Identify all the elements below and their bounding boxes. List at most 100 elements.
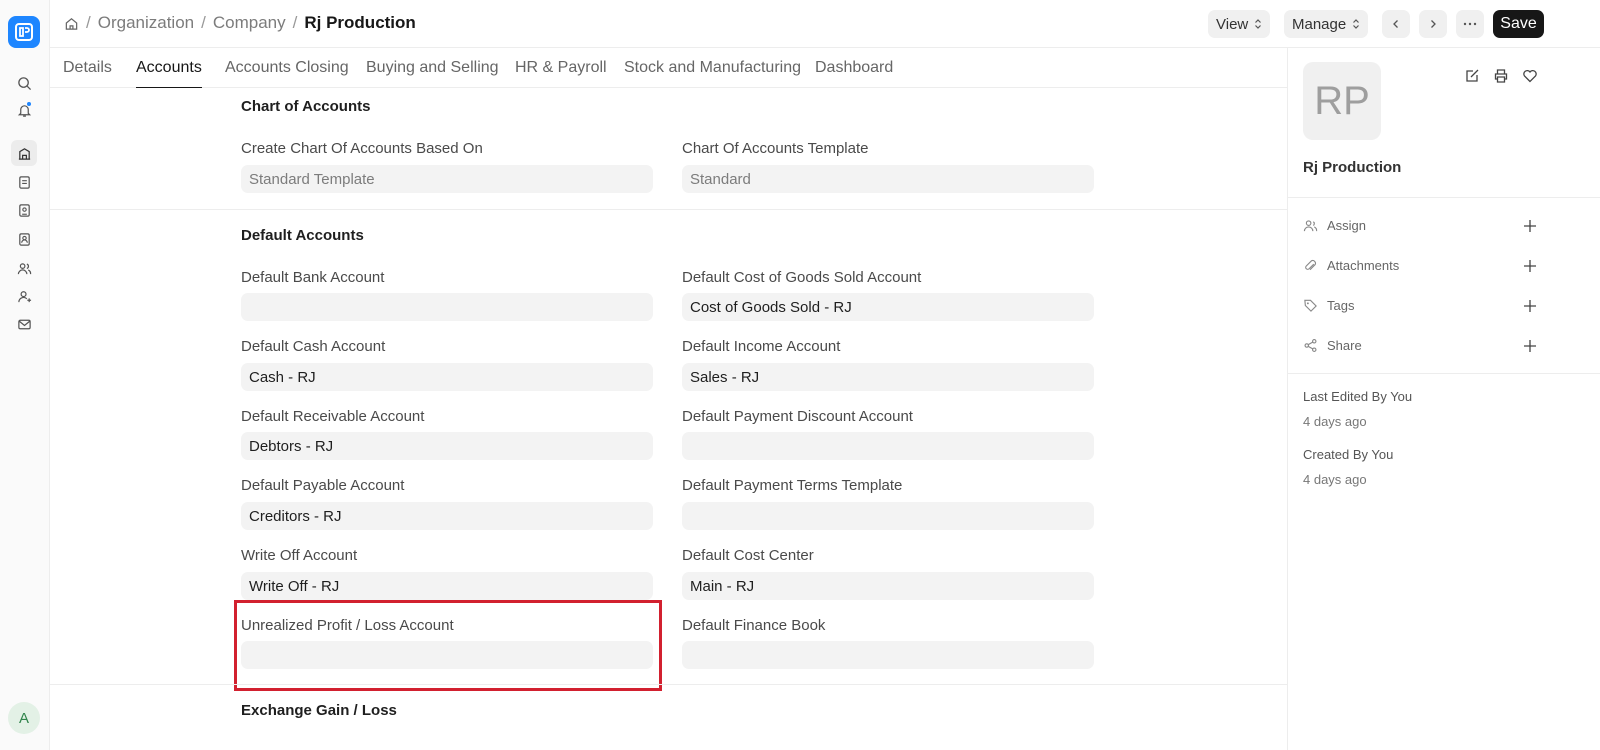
ellipsis-icon	[1463, 22, 1477, 26]
add-share-icon[interactable]	[1522, 338, 1538, 354]
tab-hr-payroll[interactable]: HR & Payroll	[515, 59, 607, 88]
breadcrumb-current: Rj Production	[304, 13, 416, 32]
default-payment-terms-template-field[interactable]	[682, 502, 1094, 530]
section-title-chart-of-accounts: Chart of Accounts	[241, 98, 371, 115]
sidebar-divider	[1288, 197, 1600, 198]
view-dropdown[interactable]: View	[1208, 10, 1271, 38]
field-label: Default Bank Account	[241, 269, 385, 286]
default-cash-account-field[interactable]: Cash - RJ	[241, 363, 653, 391]
add-attachment-icon[interactable]	[1522, 258, 1538, 274]
contact-card-icon[interactable]	[11, 226, 37, 252]
last-edited-time: 4 days ago	[1303, 414, 1367, 429]
notification-bell-icon[interactable]	[11, 97, 37, 123]
sidebar-share[interactable]: Share	[1303, 335, 1549, 355]
form-sidebar: RP Rj Production Assign Attachments Tags…	[1287, 48, 1600, 750]
manage-label: Manage	[1292, 15, 1347, 33]
last-edited-label: Last Edited By You	[1303, 389, 1413, 404]
tags-label: Tags	[1327, 297, 1355, 313]
view-label: View	[1216, 15, 1249, 33]
search-icon[interactable]	[11, 70, 37, 96]
field-label: Default Payable Account	[241, 477, 405, 494]
field-label: Chart Of Accounts Template	[682, 140, 869, 157]
heart-icon[interactable]	[1522, 68, 1538, 84]
building-icon[interactable]	[11, 197, 37, 223]
section-title-default-accounts: Default Accounts	[241, 227, 364, 244]
created-time: 4 days ago	[1303, 472, 1367, 487]
app-logo[interactable]	[8, 16, 40, 48]
tab-accounts-closing[interactable]: Accounts Closing	[225, 59, 349, 88]
user-settings-icon[interactable]	[11, 283, 37, 309]
assign-label: Assign	[1327, 217, 1367, 233]
field-label: Default Payment Terms Template	[682, 477, 903, 494]
write-off-account-field[interactable]: Write Off - RJ	[241, 572, 653, 600]
field-label: Default Cash Account	[241, 338, 386, 355]
manage-dropdown[interactable]: Manage	[1284, 10, 1369, 38]
section-divider	[50, 209, 1287, 210]
tab-dashboard[interactable]: Dashboard	[815, 59, 893, 88]
sidebar-tags[interactable]: Tags	[1303, 295, 1549, 315]
notification-dot	[26, 101, 32, 107]
frappe-logo-icon	[15, 23, 33, 41]
section-divider	[50, 684, 1287, 685]
document-avatar[interactable]: RP	[1303, 62, 1381, 140]
chevron-left-icon	[1393, 20, 1398, 28]
default-receivable-account-field[interactable]: Debtors - RJ	[241, 432, 653, 460]
mail-icon[interactable]	[11, 311, 37, 337]
tab-accounts[interactable]: Accounts	[136, 59, 202, 88]
sort-chevrons-icon	[1255, 19, 1262, 29]
default-finance-book-field[interactable]	[682, 641, 1094, 669]
previous-button[interactable]	[1382, 10, 1410, 38]
coa-based-on-field[interactable]: Standard Template	[241, 165, 653, 193]
sidebar-assign[interactable]: Assign	[1303, 215, 1549, 235]
field-label: Default Finance Book	[682, 617, 826, 634]
coa-template-field[interactable]: Standard	[682, 165, 1094, 193]
default-payable-account-field[interactable]: Creditors - RJ	[241, 502, 653, 530]
document-name: Rj Production	[1303, 159, 1402, 176]
default-bank-account-field[interactable]	[241, 293, 653, 321]
tag-icon	[1304, 299, 1317, 312]
sidebar-attachments[interactable]: Attachments	[1303, 255, 1549, 275]
field-label: Default Cost of Goods Sold Account	[682, 269, 922, 286]
page-header: / Organization / Company / Rj Production…	[50, 0, 1600, 48]
tab-buying-and-selling[interactable]: Buying and Selling	[366, 59, 499, 88]
breadcrumb-organization[interactable]: Organization	[98, 13, 194, 33]
created-label: Created By You	[1303, 447, 1394, 462]
default-payment-discount-account-field[interactable]	[682, 432, 1094, 460]
field-label: Create Chart Of Accounts Based On	[241, 140, 483, 157]
share-icon	[1304, 338, 1317, 352]
add-assign-icon[interactable]	[1522, 218, 1538, 234]
organization-module-icon[interactable]	[11, 140, 37, 166]
add-tag-icon[interactable]	[1522, 298, 1538, 314]
breadcrumb: / Organization / Company / Rj Production	[64, 13, 416, 33]
users-icon[interactable]	[11, 255, 37, 281]
document-icon[interactable]	[11, 169, 37, 195]
tab-stock-and-manufacturing[interactable]: Stock and Manufacturing	[624, 59, 801, 88]
field-label: Default Income Account	[682, 338, 841, 355]
attachments-label: Attachments	[1327, 257, 1400, 273]
paperclip-icon	[1305, 259, 1317, 270]
user-avatar[interactable]: A	[8, 702, 40, 734]
next-button[interactable]	[1419, 10, 1447, 38]
field-label: Default Cost Center	[682, 547, 814, 564]
share-label: Share	[1327, 337, 1362, 353]
sort-chevrons-icon	[1353, 19, 1360, 29]
section-title-exchange-gain-loss: Exchange Gain / Loss	[241, 702, 397, 719]
default-income-account-field[interactable]: Sales - RJ	[682, 363, 1094, 391]
print-icon[interactable]	[1493, 68, 1509, 84]
assign-user-icon	[1303, 219, 1318, 231]
breadcrumb-company[interactable]: Company	[213, 13, 286, 33]
highlight-box	[234, 600, 662, 691]
form-body: Chart of Accounts Create Chart Of Accoun…	[50, 88, 1287, 750]
default-cost-center-field[interactable]: Main - RJ	[682, 572, 1094, 600]
more-options-button[interactable]	[1456, 10, 1484, 38]
field-label: Write Off Account	[241, 547, 358, 564]
tab-details[interactable]: Details	[63, 59, 112, 88]
default-cogs-account-field[interactable]: Cost of Goods Sold - RJ	[682, 293, 1094, 321]
field-label: Default Payment Discount Account	[682, 408, 913, 425]
field-label: Default Receivable Account	[241, 408, 425, 425]
edit-icon[interactable]	[1464, 68, 1480, 84]
chevron-right-icon	[1431, 20, 1436, 28]
save-button[interactable]: Save	[1493, 10, 1544, 38]
home-icon[interactable]	[64, 16, 79, 31]
sidebar-divider	[1288, 373, 1600, 374]
